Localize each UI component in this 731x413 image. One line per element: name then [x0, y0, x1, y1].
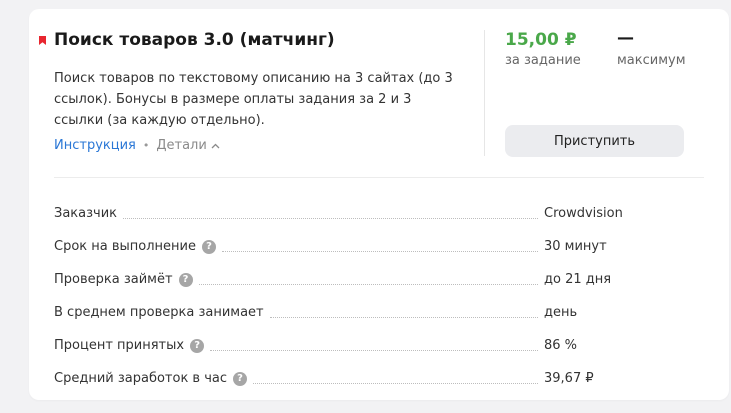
chevron-up-icon: [211, 138, 220, 153]
dotted-leader: [198, 284, 538, 285]
info-row-value: 86 %: [544, 338, 578, 353]
info-row-value: 39,67 ₽: [544, 371, 594, 386]
start-button[interactable]: Приступить: [505, 125, 684, 157]
info-row-value: до 21 дня: [544, 272, 612, 287]
help-icon[interactable]: ?: [190, 338, 205, 353]
info-row-label: Срок на выполнение?: [54, 239, 216, 254]
dotted-leader: [222, 251, 538, 252]
max-reward-label: максимум: [617, 53, 686, 68]
info-row-accept-rate: Процент принятых? 86 %: [54, 329, 614, 362]
link-separator: •: [142, 139, 150, 152]
instruction-link[interactable]: Инструкция: [54, 138, 136, 153]
dotted-leader: [253, 383, 538, 384]
task-links: Инструкция • Детали: [54, 138, 220, 153]
details-toggle[interactable]: Детали: [156, 138, 220, 153]
task-info-list: Заказчик Crowdvision Срок на выполнение?…: [54, 197, 623, 395]
dotted-leader: [269, 317, 538, 318]
task-title: Поиск товаров 3.0 (матчинг): [54, 30, 335, 50]
horizontal-divider: [54, 177, 704, 178]
task-price-label: за задание: [505, 53, 581, 68]
info-row-label: В среднем проверка занимает: [54, 305, 264, 320]
info-row-label: Средний заработок в час?: [54, 371, 248, 386]
info-row-value: день: [544, 305, 578, 320]
vertical-divider: [484, 30, 485, 156]
max-reward-value: —: [617, 28, 634, 48]
info-row-hourly-earning: Средний заработок в час? 39,67 ₽: [54, 362, 614, 395]
task-card: Поиск товаров 3.0 (матчинг) Поиск товаро…: [29, 9, 729, 400]
info-row-label: Проверка займёт?: [54, 272, 193, 287]
info-row-value: Crowdvision: [544, 206, 623, 221]
info-row-label: Заказчик: [54, 206, 118, 221]
info-row-label: Процент принятых?: [54, 338, 205, 353]
info-row-review-time: Проверка займёт? до 21 дня: [54, 263, 614, 296]
bookmark-icon[interactable]: [39, 36, 46, 45]
help-icon[interactable]: ?: [233, 371, 248, 386]
details-link-label: Детали: [156, 138, 207, 153]
help-icon[interactable]: ?: [178, 272, 193, 287]
dotted-leader: [123, 218, 538, 219]
dotted-leader: [210, 350, 538, 351]
help-icon[interactable]: ?: [202, 239, 216, 254]
info-row-avg-review: В среднем проверка занимает день: [54, 296, 614, 329]
task-description: Поиск товаров по текстовому описанию на …: [54, 71, 453, 128]
task-price: 15,00 ₽: [505, 30, 577, 50]
info-row-customer: Заказчик Crowdvision: [54, 197, 623, 230]
info-row-deadline: Срок на выполнение? 30 минут: [54, 230, 614, 263]
info-row-value: 30 минут: [544, 239, 607, 254]
